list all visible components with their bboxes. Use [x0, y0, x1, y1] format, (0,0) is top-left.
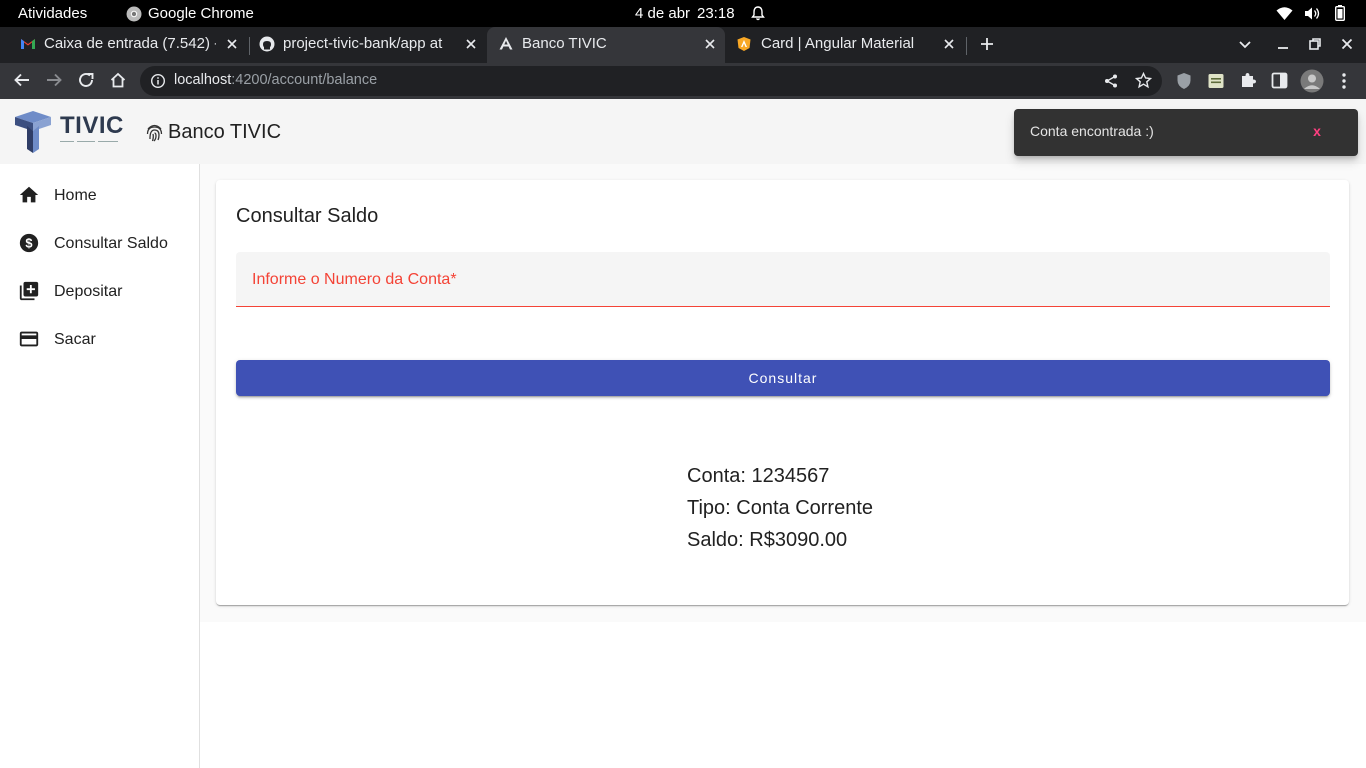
dollar-circle-icon: $ — [18, 232, 40, 254]
consultar-button[interactable]: Consultar — [236, 360, 1330, 396]
result-account: Conta: 1234567 — [687, 465, 830, 487]
snackbar: Conta encontrada :) x — [1014, 109, 1358, 156]
tab-title: project-tivic-bank/app at — [283, 35, 443, 52]
account-number-field[interactable]: Informe o Numero da Conta* — [236, 252, 1330, 307]
clock-time[interactable]: 23:18 — [697, 5, 735, 22]
gmail-icon — [20, 36, 36, 52]
os-top-bar: Atividades Google Chrome 4 de abr 23:18 — [0, 0, 1366, 27]
minimize-window-icon[interactable] — [1275, 36, 1291, 52]
new-tab-button[interactable] — [979, 36, 995, 52]
tab-gmail[interactable]: Caixa de entrada (7.542) - — [8, 27, 248, 63]
result-type: Tipo: Conta Corrente — [687, 497, 874, 519]
credit-card-icon — [18, 328, 40, 350]
tivic-logo-text: TIVIC — [60, 112, 124, 139]
tab-angular-material[interactable]: Card | Angular Material — [726, 27, 964, 63]
restore-window-icon[interactable] — [1307, 36, 1323, 52]
account-result: Conta: 1234567 Tipo: Conta Corrente Sald… — [687, 460, 873, 556]
alarm-icon — [750, 5, 766, 21]
sidebar-item-consultar-saldo[interactable]: $ Consultar Saldo — [0, 232, 199, 276]
activities-button[interactable]: Atividades — [18, 5, 87, 22]
tab-banco-tivic[interactable]: Banco TIVIC — [487, 27, 725, 63]
tab-title: Caixa de entrada (7.542) - — [44, 35, 216, 52]
site-info-icon[interactable] — [150, 73, 166, 89]
close-tab-icon[interactable] — [463, 36, 479, 52]
share-icon[interactable] — [1103, 73, 1119, 89]
sidebar-item-label: Sacar — [54, 331, 96, 348]
snackbar-dismiss-button[interactable]: x — [1304, 123, 1330, 139]
wifi-icon[interactable] — [1276, 6, 1293, 21]
app-menu-label[interactable]: Google Chrome — [148, 5, 254, 22]
side-panel-icon[interactable] — [1271, 72, 1288, 89]
url-host: localhost — [174, 72, 232, 88]
back-icon[interactable] — [13, 71, 31, 89]
close-tab-icon[interactable] — [941, 36, 957, 52]
github-icon — [259, 36, 275, 52]
url-path: :4200/account/balance — [231, 72, 378, 88]
close-tab-icon[interactable] — [224, 36, 240, 52]
home-browser-icon[interactable] — [109, 71, 127, 89]
sidebar-item-sacar[interactable]: Sacar — [0, 328, 199, 372]
balance-card: Consultar Saldo Informe o Numero da Cont… — [216, 180, 1349, 605]
profile-avatar-icon[interactable] — [1300, 69, 1324, 93]
close-tab-icon[interactable] — [702, 36, 718, 52]
url-text[interactable]: localhost:4200/account/balance — [174, 72, 377, 88]
clock-date[interactable]: 4 de abr — [635, 5, 690, 22]
tab-search-chevron-icon[interactable] — [1237, 36, 1253, 52]
reload-icon[interactable] — [77, 71, 95, 89]
home-icon — [18, 184, 40, 206]
browser-menu-icon[interactable] — [1336, 72, 1352, 90]
library-add-icon — [18, 280, 40, 302]
svg-text:$: $ — [25, 236, 32, 251]
sidebar-item-label: Consultar Saldo — [54, 235, 168, 252]
angular-material-icon — [736, 36, 752, 52]
card-title: Consultar Saldo — [236, 205, 379, 227]
extensions-puzzle-icon[interactable] — [1239, 71, 1257, 89]
sidebar-item-depositar[interactable]: Depositar — [0, 280, 199, 324]
sidebar-item-home[interactable]: Home — [0, 184, 199, 228]
fingerprint-icon — [145, 123, 164, 142]
close-window-icon[interactable] — [1339, 36, 1355, 52]
tab-github[interactable]: project-tivic-bank/app at — [248, 27, 486, 63]
browser-toolbar: localhost:4200/account/balance — [0, 63, 1366, 99]
extension-shield-icon[interactable] — [1176, 72, 1192, 90]
sidebar-nav: Home $ Consultar Saldo Depositar Sacar — [0, 164, 200, 768]
logo-tagline-strip — [60, 140, 120, 143]
result-balance: Saldo: R$3090.00 — [687, 529, 848, 551]
chrome-app-icon — [126, 6, 142, 22]
sidebar-item-label: Depositar — [54, 283, 123, 300]
account-number-input[interactable] — [252, 268, 1316, 294]
forward-icon[interactable] — [45, 71, 63, 89]
angular-icon — [498, 36, 514, 52]
extension-sheet-icon[interactable] — [1207, 72, 1225, 90]
tab-title: Card | Angular Material — [761, 35, 915, 52]
battery-icon[interactable] — [1335, 5, 1345, 21]
address-bar[interactable]: localhost:4200/account/balance — [140, 66, 1162, 96]
app-title: Banco TIVIC — [168, 121, 282, 143]
volume-icon[interactable] — [1304, 6, 1320, 21]
browser-tab-strip: Caixa de entrada (7.542) - project-tivic… — [0, 27, 1366, 63]
sidebar-item-label: Home — [54, 187, 97, 204]
tivic-logo-mark — [14, 111, 52, 153]
snackbar-message: Conta encontrada :) — [1030, 123, 1154, 139]
bookmark-star-icon[interactable] — [1135, 72, 1152, 89]
tab-title: Banco TIVIC — [522, 35, 607, 52]
